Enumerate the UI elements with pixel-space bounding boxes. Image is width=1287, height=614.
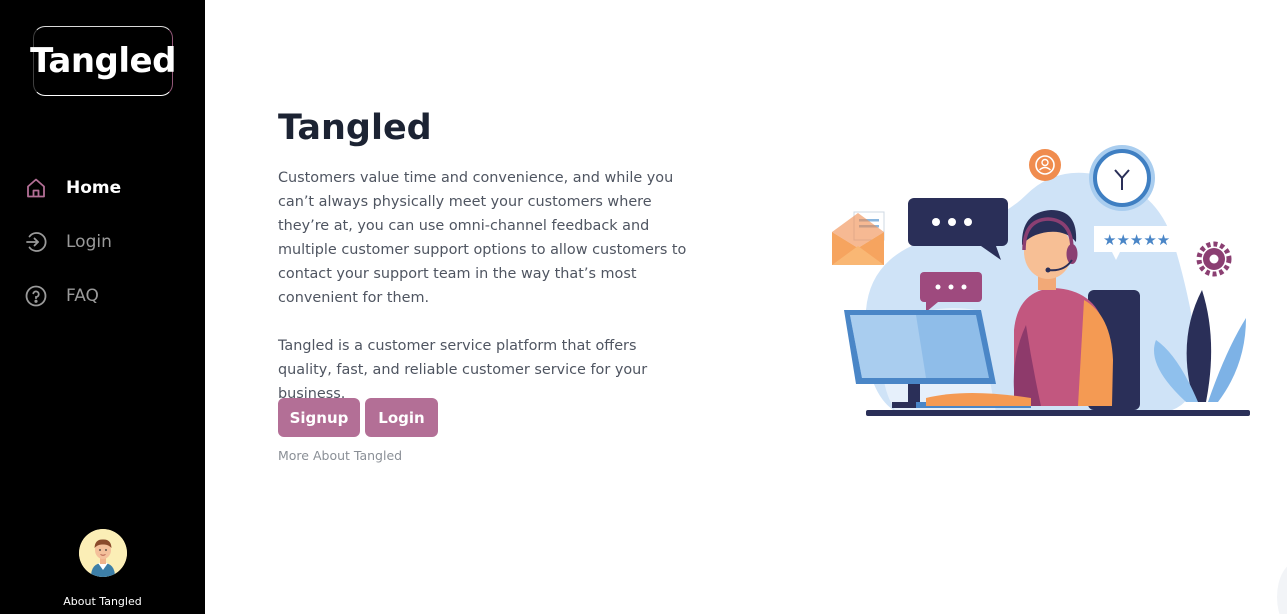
- sidebar-nav: Home Login FAQ: [24, 170, 121, 332]
- sidebar-item-home[interactable]: Home: [24, 170, 121, 205]
- envelope-icon: [832, 211, 885, 265]
- intro-paragraph: Customers value time and convenience, an…: [278, 170, 687, 306]
- avatar[interactable]: [78, 529, 127, 577]
- sidebar-item-faq[interactable]: FAQ: [24, 278, 121, 313]
- customer-support-illustration: ★★★★★: [832, 145, 1250, 416]
- login-icon: [26, 231, 47, 252]
- sidebar: Tangled Home Login FAQ About Tangled: [0, 0, 205, 614]
- more-about-link[interactable]: More About Tangled: [278, 448, 402, 463]
- sidebar-item-label: Login: [66, 231, 112, 252]
- page-title: Tangled: [278, 108, 432, 148]
- about-section[interactable]: About Tangled: [0, 529, 205, 608]
- svg-text:★★★★★: ★★★★★: [1103, 231, 1170, 249]
- signup-button[interactable]: Signup: [278, 398, 360, 437]
- logo[interactable]: Tangled: [30, 26, 176, 96]
- sidebar-item-login[interactable]: Login: [24, 224, 121, 259]
- description-paragraph: Tangled is a customer service platform t…: [278, 338, 648, 402]
- clock-icon: [1089, 145, 1155, 211]
- decorative-shape: [1277, 562, 1287, 614]
- sidebar-item-label: Home: [66, 177, 122, 198]
- about-label: About Tangled: [63, 595, 142, 608]
- gear-icon: [1196, 241, 1232, 277]
- login-button[interactable]: Login: [365, 398, 438, 437]
- question-circle-icon: [25, 285, 47, 306]
- logo-text: Tangled: [30, 41, 176, 81]
- sidebar-item-label: FAQ: [66, 285, 99, 306]
- user-badge-icon: [1029, 149, 1061, 181]
- home-icon: [27, 178, 45, 197]
- avatar-illustration: [78, 529, 127, 577]
